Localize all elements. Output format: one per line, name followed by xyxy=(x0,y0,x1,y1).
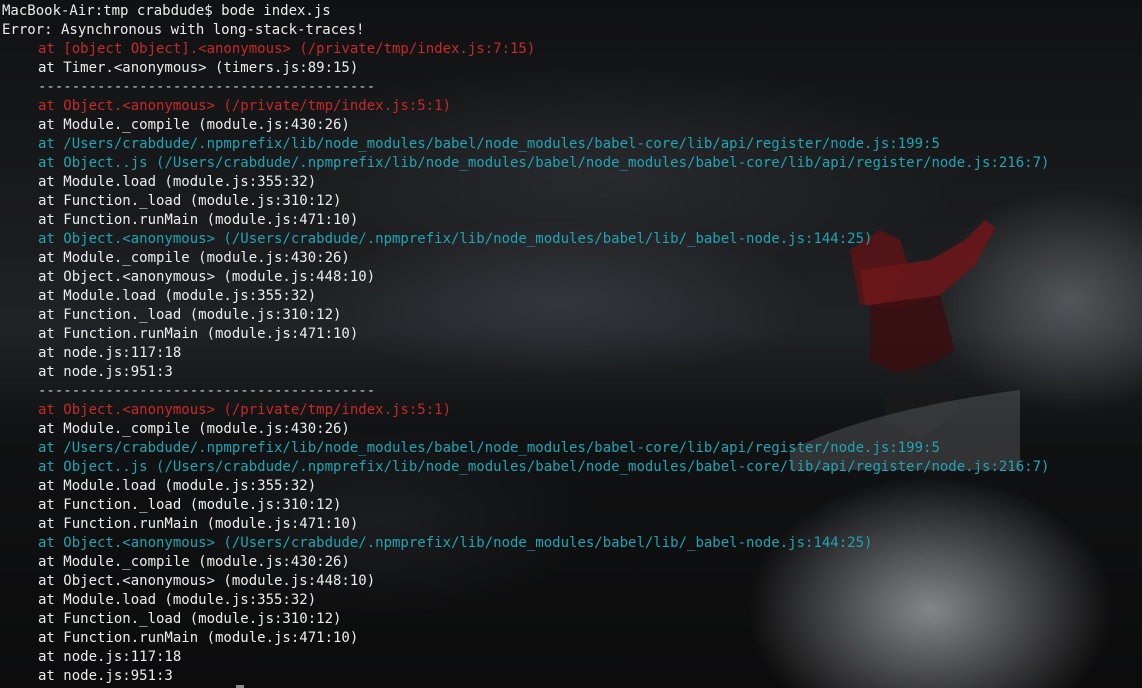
stack-frame-line: at Function.runMain (module.js:471:10) xyxy=(2,629,1142,648)
stack-frame-text: at Module._compile (module.js:430:26) xyxy=(38,554,350,570)
stack-frame-line: at Function.runMain (module.js:471:10) xyxy=(2,325,1142,344)
stack-frame-text: at Object.<anonymous> (/Users/crabdude/.… xyxy=(38,231,873,247)
stack-frame-line: ---------------------------------------- xyxy=(2,78,1142,97)
stack-frame-text: at Object.<anonymous> (module.js:448:10) xyxy=(38,269,376,285)
stack-frame-text: at /Users/crabdude/.npmprefix/lib/node_m… xyxy=(38,136,940,152)
stack-frame-line: at Module.load (module.js:355:32) xyxy=(2,591,1142,610)
stack-frame-line: at Module.load (module.js:355:32) xyxy=(2,173,1142,192)
stack-frame-line: at Object.<anonymous> (/private/tmp/inde… xyxy=(2,401,1142,420)
stack-frame-line: at Object.<anonymous> (/Users/crabdude/.… xyxy=(2,230,1142,249)
stack-frame-line: at Function._load (module.js:310:12) xyxy=(2,192,1142,211)
stack-frame-line: at [object Object].<anonymous> (/private… xyxy=(2,40,1142,59)
stack-frame-text: at Function._load (module.js:310:12) xyxy=(38,497,342,513)
terminal-output[interactable]: MacBook-Air:tmp crabdude$ bode index.js … xyxy=(2,2,1142,686)
stack-frame-text: at node.js:117:18 xyxy=(38,345,182,361)
stack-frame-text: at Timer.<anonymous> (timers.js:89:15) xyxy=(38,60,359,76)
stack-frame-text: at Function._load (module.js:310:12) xyxy=(38,193,342,209)
stack-frame-text: at Object.<anonymous> (/private/tmp/inde… xyxy=(38,402,452,418)
stack-frame-text: at Object.<anonymous> (module.js:448:10) xyxy=(38,573,376,589)
stack-frame-text: at [object Object].<anonymous> (/private… xyxy=(38,41,536,57)
stack-frame-line: at Module._compile (module.js:430:26) xyxy=(2,249,1142,268)
stack-frame-line: at Object.<anonymous> (/Users/crabdude/.… xyxy=(2,534,1142,553)
stack-frame-line: at Function.runMain (module.js:471:10) xyxy=(2,515,1142,534)
stack-frame-line: at node.js:117:18 xyxy=(2,648,1142,667)
stack-frame-line: at Object.<anonymous> (module.js:448:10) xyxy=(2,268,1142,287)
stack-frame-text: at Module.load (module.js:355:32) xyxy=(38,288,317,304)
stack-frame-line: at Module.load (module.js:355:32) xyxy=(2,477,1142,496)
stack-frame-line: at Function._load (module.js:310:12) xyxy=(2,306,1142,325)
stack-frame-line: ---------------------------------------- xyxy=(2,382,1142,401)
stack-frame-text: at node.js:951:3 xyxy=(38,364,173,380)
shell-prompt-line: MacBook-Air:tmp crabdude$ bode index.js xyxy=(2,3,331,19)
stack-frame-line: at Object.<anonymous> (/private/tmp/inde… xyxy=(2,97,1142,116)
stack-frame-line: at node.js:951:3 xyxy=(2,667,1142,686)
stack-frame-line: at Function._load (module.js:310:12) xyxy=(2,496,1142,515)
stack-frame-line: at Object.<anonymous> (module.js:448:10) xyxy=(2,572,1142,591)
stack-frame-text: ---------------------------------------- xyxy=(38,79,376,95)
stack-frame-text: at Object..js (/Users/crabdude/.npmprefi… xyxy=(38,459,1050,475)
stack-frame-line: at Module._compile (module.js:430:26) xyxy=(2,553,1142,572)
stack-frame-text: at Object.<anonymous> (/Users/crabdude/.… xyxy=(38,535,873,551)
stack-trace: at [object Object].<anonymous> (/private… xyxy=(2,40,1142,686)
stack-frame-line: at Function.runMain (module.js:471:10) xyxy=(2,211,1142,230)
stack-frame-line: at Timer.<anonymous> (timers.js:89:15) xyxy=(2,59,1142,78)
stack-frame-line: at /Users/crabdude/.npmprefix/lib/node_m… xyxy=(2,439,1142,458)
stack-frame-text: at Function._load (module.js:310:12) xyxy=(38,307,342,323)
stack-frame-text: at Module.load (module.js:355:32) xyxy=(38,174,317,190)
stack-frame-text: ---------------------------------------- xyxy=(38,383,376,399)
stack-frame-text: at Module._compile (module.js:430:26) xyxy=(38,117,350,133)
stack-frame-text: at Object.<anonymous> (/private/tmp/inde… xyxy=(38,98,452,114)
stack-frame-line: at /Users/crabdude/.npmprefix/lib/node_m… xyxy=(2,135,1142,154)
stack-frame-text: at Module._compile (module.js:430:26) xyxy=(38,421,350,437)
stack-frame-text: at Function._load (module.js:310:12) xyxy=(38,611,342,627)
stack-frame-text: at Module.load (module.js:355:32) xyxy=(38,592,317,608)
terminal-window[interactable]: MacBook-Air:tmp crabdude$ bode index.js … xyxy=(0,0,1142,688)
stack-frame-line: at Module.load (module.js:355:32) xyxy=(2,287,1142,306)
stack-frame-line: at Function._load (module.js:310:12) xyxy=(2,610,1142,629)
stack-frame-text: at Function.runMain (module.js:471:10) xyxy=(38,212,359,228)
stack-frame-line: at Module._compile (module.js:430:26) xyxy=(2,420,1142,439)
stack-frame-text: at Function.runMain (module.js:471:10) xyxy=(38,516,359,532)
stack-frame-line: at Module._compile (module.js:430:26) xyxy=(2,116,1142,135)
stack-frame-line: at node.js:117:18 xyxy=(2,344,1142,363)
stack-frame-text: at node.js:951:3 xyxy=(38,668,173,684)
stack-frame-text: at Function.runMain (module.js:471:10) xyxy=(38,326,359,342)
stack-frame-line: at Object..js (/Users/crabdude/.npmprefi… xyxy=(2,458,1142,477)
stack-frame-line: at Object..js (/Users/crabdude/.npmprefi… xyxy=(2,154,1142,173)
stack-frame-text: at node.js:117:18 xyxy=(38,649,182,665)
stack-frame-text: at /Users/crabdude/.npmprefix/lib/node_m… xyxy=(38,440,940,456)
error-message: Error: Asynchronous with long-stack-trac… xyxy=(2,22,365,38)
stack-frame-text: at Function.runMain (module.js:471:10) xyxy=(38,630,359,646)
stack-frame-line: at node.js:951:3 xyxy=(2,363,1142,382)
stack-frame-text: at Module._compile (module.js:430:26) xyxy=(38,250,350,266)
stack-frame-text: at Module.load (module.js:355:32) xyxy=(38,478,317,494)
stack-frame-text: at Object..js (/Users/crabdude/.npmprefi… xyxy=(38,155,1050,171)
